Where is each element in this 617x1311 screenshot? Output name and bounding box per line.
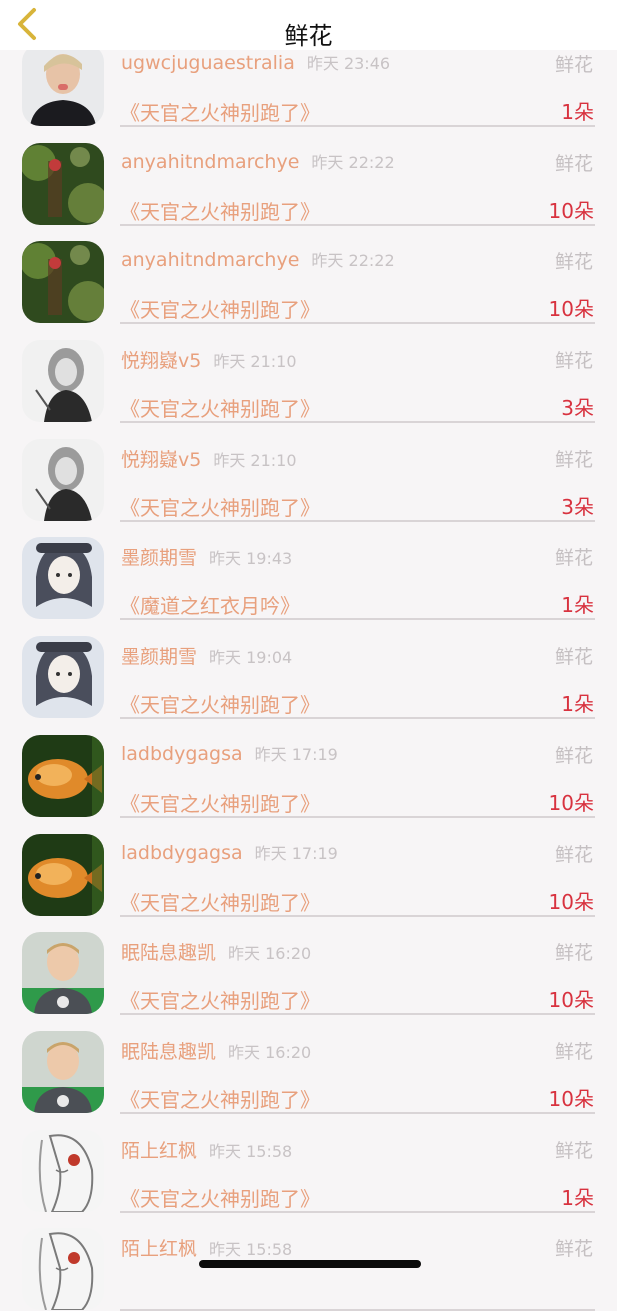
gift-type-label: 鲜花 <box>554 1238 593 1261</box>
list-item[interactable]: ladbdygagsa 昨天 17:19 鲜花 《天官之火神别跑了》 10朵 <box>0 703 617 818</box>
username[interactable]: 悦翔嶷v5 <box>121 350 201 372</box>
list-item[interactable]: 眠陆息趣凯 昨天 16:20 鲜花 《天官之火神别跑了》 10朵 <box>0 999 617 1114</box>
page-title: 鲜花 <box>284 22 333 50</box>
username[interactable]: 墨颜期雪 <box>121 547 197 569</box>
gift-type-label: 鲜花 <box>554 547 593 570</box>
username[interactable]: 陌上红枫 <box>121 1140 197 1162</box>
list-item[interactable]: 悦翔嶷v5 昨天 21:10 鲜花 《天官之火神别跑了》 3朵 <box>0 407 617 522</box>
list-item[interactable]: ladbdygagsa 昨天 17:19 鲜花 《天官之火神别跑了》 10朵 <box>0 802 617 917</box>
gift-type-label: 鲜花 <box>554 646 593 669</box>
gift-type-label: 鲜花 <box>554 251 593 274</box>
username[interactable]: ladbdygagsa <box>121 842 243 864</box>
gift-type-label: 鲜花 <box>554 152 593 175</box>
gift-type-label: 鲜花 <box>554 350 593 373</box>
gift-type-label: 鲜花 <box>554 744 593 767</box>
username[interactable]: 陌上红枫 <box>121 1238 197 1260</box>
list-item[interactable]: anyahitndmarchye 昨天 22:22 鲜花 《天官之火神别跑了》 10朵 <box>0 209 617 325</box>
timestamp: 昨天 16:20 <box>228 1042 312 1062</box>
gift-type-label: 鲜花 <box>554 54 593 76</box>
timestamp: 昨天 23:46 <box>306 54 391 73</box>
username[interactable]: 眠陆息趣凯 <box>121 1041 216 1063</box>
timestamp: 昨天 21:10 <box>213 352 297 372</box>
timestamp: 昨天 15:58 <box>209 1141 293 1161</box>
timestamp: 昨天 16:20 <box>228 944 312 964</box>
list-item[interactable]: 悦翔嶷v5 昨天 21:10 鲜花 《天官之火神别跑了》 3朵 <box>0 308 617 424</box>
username[interactable]: 墨颜期雪 <box>121 646 197 668</box>
username[interactable]: anyahitndmarchye <box>121 151 299 173</box>
home-indicator <box>199 1260 421 1268</box>
gift-type-label: 鲜花 <box>554 448 593 471</box>
username[interactable]: 悦翔嶷v5 <box>121 449 201 471</box>
list-item[interactable]: 眠陆息趣凯 昨天 16:20 鲜花 《天官之火神别跑了》 10朵 <box>0 900 617 1016</box>
gift-type-label: 鲜花 <box>554 942 593 965</box>
username[interactable]: anyahitndmarchye <box>121 249 299 271</box>
timestamp: 昨天 22:22 <box>311 251 395 271</box>
username[interactable]: ugwcjuguaestralia <box>121 52 295 74</box>
timestamp: 昨天 21:10 <box>213 450 297 470</box>
timestamp: 昨天 19:04 <box>209 648 293 668</box>
list-item[interactable]: 墨颜期雪 昨天 19:43 鲜花 《魔道之红衣月吟》 1朵 <box>0 505 617 621</box>
gift-type-label: 鲜花 <box>554 1040 593 1063</box>
gift-type-label: 鲜花 <box>554 1139 593 1162</box>
nav-bar: 鲜花 <box>0 0 617 50</box>
timestamp: 昨天 17:19 <box>254 744 338 764</box>
timestamp: 昨天 22:22 <box>311 152 395 172</box>
timestamp: 昨天 15:58 <box>209 1240 293 1260</box>
list-item[interactable]: 墨颜期雪 昨天 19:04 鲜花 《天官之火神别跑了》 1朵 <box>0 604 617 720</box>
list-item[interactable]: 陌上红枫 昨天 15:58 鲜花 <box>0 1196 617 1311</box>
list-item[interactable]: anyahitndmarchye 昨天 22:22 鲜花 《天官之火神别跑了》 10朵 <box>0 111 617 226</box>
timestamp: 昨天 19:43 <box>209 549 293 569</box>
flower-gift-list: ugwcjuguaestralia 昨天 23:46 鲜花 《天官之火神别跑了》 1朵 a… <box>0 12 617 1311</box>
list-item[interactable]: 陌上红枫 昨天 15:58 鲜花 《天官之火神别跑了》 1朵 <box>0 1098 617 1213</box>
gift-type-label: 鲜花 <box>554 843 593 866</box>
avatar[interactable] <box>22 1228 104 1311</box>
timestamp: 昨天 17:19 <box>254 843 338 863</box>
username[interactable]: 眠陆息趣凯 <box>121 942 216 964</box>
username[interactable]: ladbdygagsa <box>121 743 243 765</box>
